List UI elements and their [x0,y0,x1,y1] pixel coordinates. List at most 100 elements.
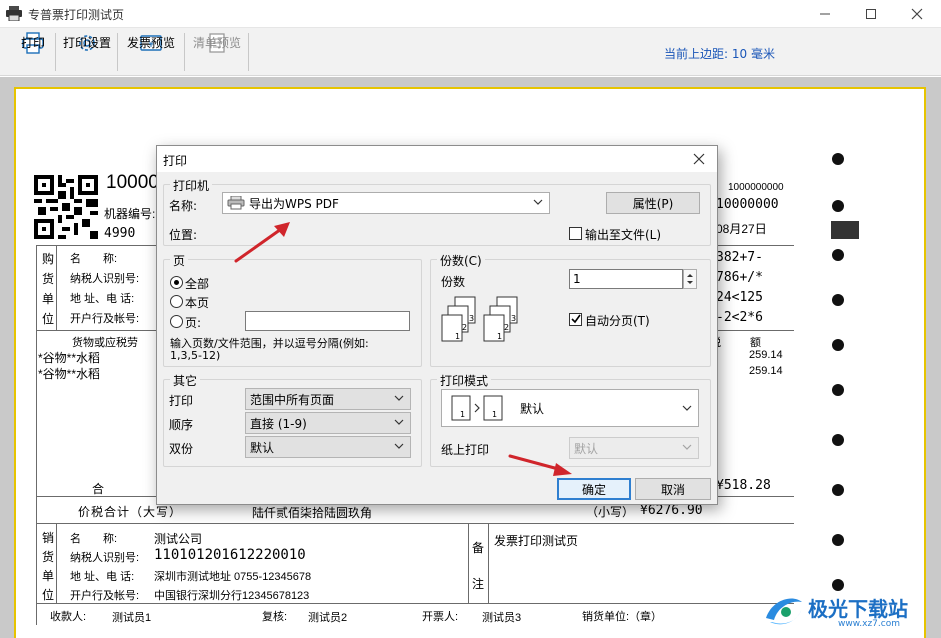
window-titlebar: 专普票打印测试页 [0,0,941,28]
drawer: 测试员3 [482,612,522,624]
dialog-close-button[interactable] [689,149,709,169]
print-range-label: 打印 [169,394,194,408]
svg-text:2: 2 [504,323,509,332]
red-annotation-arrow [234,222,290,263]
paper-print-select[interactable]: 默认 [569,437,699,459]
location-label: 位置: [169,228,198,242]
chevron-down-icon [682,444,692,450]
maximize-button[interactable] [848,0,894,28]
buyer-side-1: 购 [42,252,55,266]
seller-bank-label: 开户行及帐号: [70,590,140,602]
copies-input[interactable]: 1 [569,269,683,289]
buyer-taxid-label: 纳税人识别号: [70,273,140,285]
price-tax-upper: 陆仟贰佰柒拾陆圆玖角 [252,506,373,520]
reviewer-label: 复核: [262,611,288,623]
tax-value: 259.14 [749,365,783,377]
remark-side-2: 注 [472,577,485,591]
perforation-hole [832,153,844,165]
page-range-input[interactable] [245,311,410,331]
minimize-icon [820,13,830,15]
perforation-hole [832,294,844,306]
printer-app-icon [6,6,22,21]
print-to-file-label: 输出至文件(L) [585,228,662,242]
print-range-select[interactable]: 范围中所有页面 [245,388,411,410]
seller-name: 测试公司 [154,532,203,546]
svg-text:3: 3 [511,314,516,323]
printer-icon [227,196,245,210]
print-button[interactable]: 打印 [14,31,52,73]
page-range-radio[interactable] [170,315,183,328]
chevron-down-icon [682,405,692,411]
order-select[interactable]: 直接 (1-9) [245,412,411,434]
invoice-preview-button[interactable]: ¥ 发票预览 [122,31,180,73]
perforation-mark [831,221,859,239]
print-button-label: 打印 [20,36,45,50]
print-dialog: 打印 打印机 名称: 导出为WPS PDF 属性(P) 位置: 输出至文件(L)… [156,145,718,505]
seller-unit-label: 销货单位:（章） [582,611,663,623]
drawer-label: 开票人: [422,611,459,623]
perforation-hole [832,200,844,212]
print-settings-button[interactable]: 打印设置 [60,31,114,73]
buyer-side-3: 单 [42,292,55,306]
window-title: 专普票打印测试页 [28,8,125,22]
printer-name-select[interactable]: 导出为WPS PDF [222,192,550,214]
toolbar-separator [117,33,118,71]
table-border [488,523,489,603]
watermark-url: www.xz7.com [838,619,900,629]
cipher-row: -2<2*6 [716,310,763,325]
goods-header: 货物或应税劳 [72,337,138,349]
chevron-down-icon [394,419,404,425]
buyer-side-2: 货 [42,272,55,286]
collate-illustration-icon: 321 321 [441,296,518,342]
reviewer: 测试员2 [308,612,348,624]
goods-item: *谷物**水稻 [38,351,101,365]
copies-label: 份数 [441,275,466,289]
properties-button[interactable]: 属性(P) [606,192,700,214]
print-mode-select[interactable]: 1 1 默认 [441,389,699,427]
total-tax: ¥518.28 [716,478,771,493]
perforation-hole [832,339,844,351]
buyer-name-label: 名 称: [70,253,118,265]
close-button[interactable] [894,0,940,28]
perforation-hole [832,384,844,396]
payee-label: 收款人: [50,611,87,623]
buyer-side-4: 位 [42,312,55,326]
invoice-code: 10000 [106,172,159,193]
table-border [36,523,794,524]
close-icon [693,153,705,165]
chevron-down-icon [394,443,404,449]
svg-text:3: 3 [469,314,474,323]
svg-text:1: 1 [460,410,465,419]
invoice-date: 08月27日 [716,222,767,236]
small-label: （小写） [586,505,635,519]
print-mode-group-label: 打印模式 [437,372,492,389]
perforation-hole [832,534,844,546]
print-to-file-checkbox[interactable] [569,227,582,240]
buyer-bank-label: 开户行及帐号: [70,313,140,325]
perforation-hole [832,484,844,496]
duplex-select[interactable]: 默认 [245,436,411,458]
toolbar-separator [248,33,249,71]
close-icon [911,8,923,20]
current-page-radio[interactable] [170,295,183,308]
collate-checkbox[interactable] [569,313,582,326]
duplex-value: 默认 [250,440,275,455]
maximize-icon [866,9,876,19]
small-value: ¥6276.90 [640,503,703,518]
table-border [36,603,794,604]
print-mode-value: 默认 [520,401,545,416]
site-watermark: 极光下载站 www.xz7.com [762,590,937,634]
copies-spinner[interactable] [683,269,697,289]
cipher-row: 382+7- [716,250,763,265]
dialog-titlebar: 打印 [157,146,717,172]
all-pages-radio[interactable] [170,276,183,289]
table-border [56,245,57,330]
pages-group-label: 页 [170,252,189,269]
watermark-text: 极光下载站 [808,597,908,621]
minimize-button[interactable] [802,0,848,28]
total-label: 合 [92,482,105,496]
list-preview-button[interactable]: 清单预览 [190,31,244,73]
table-border [468,523,469,603]
seller-side-3: 单 [42,569,55,583]
cancel-button[interactable]: 取消 [635,478,711,500]
